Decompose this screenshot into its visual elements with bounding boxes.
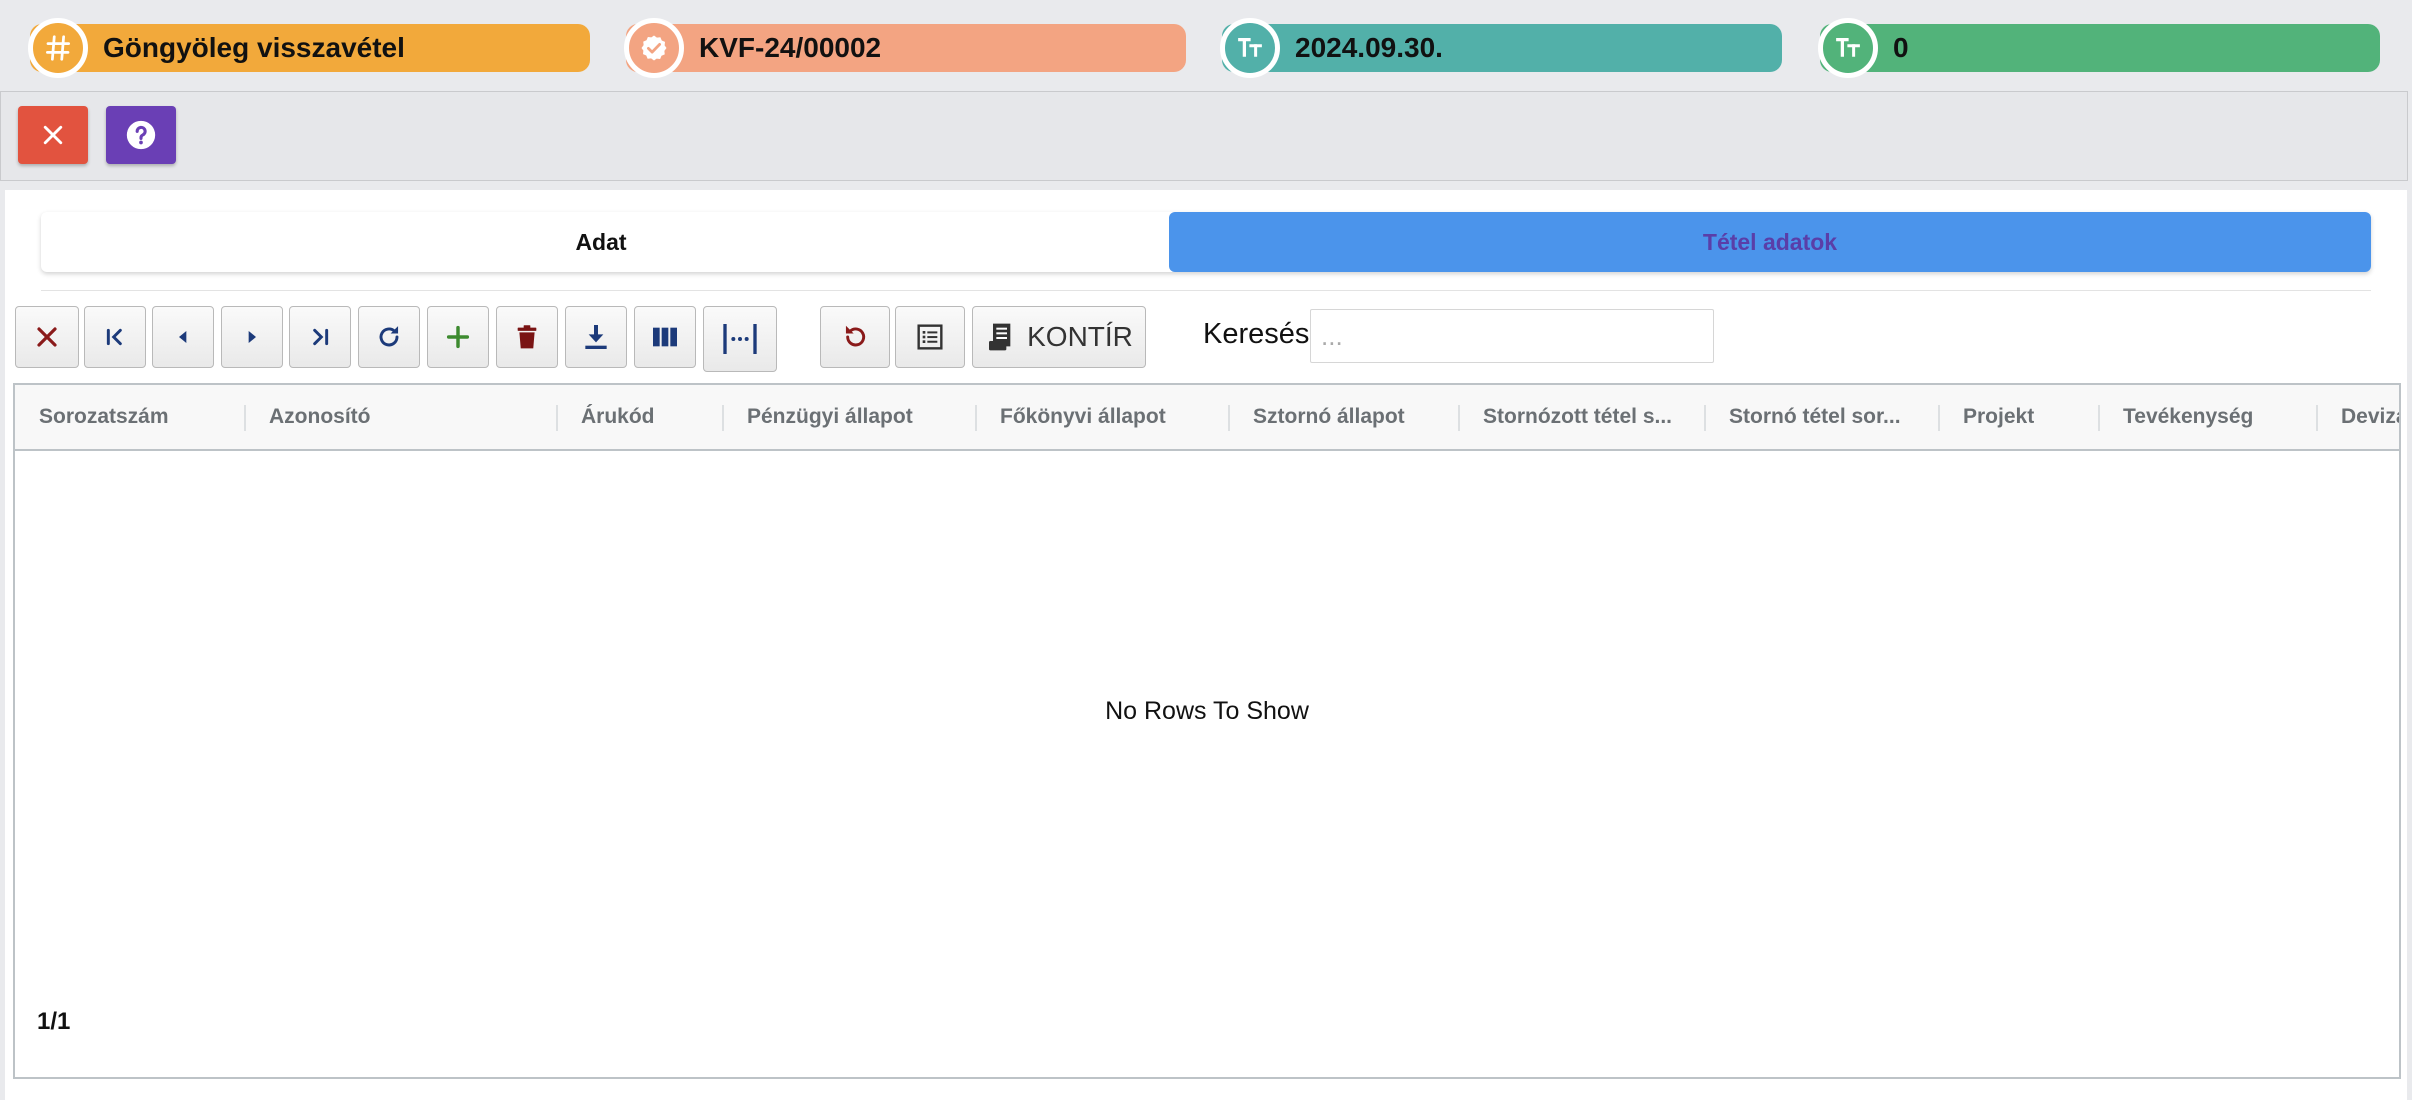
data-grid: Sorozatszám Azonosító Árukód Pénzügyi ál…: [13, 383, 2401, 1079]
text-size-icon: [1220, 18, 1280, 78]
x-icon: [37, 327, 57, 347]
column-header-stornozott-tetel[interactable]: Stornózott tétel s...: [1483, 385, 1695, 449]
column-separator[interactable]: [975, 405, 977, 431]
tab-divider: [41, 290, 2371, 291]
column-header-fokonyvi-allapot[interactable]: Főkönyvi állapot: [1000, 385, 1225, 449]
fit-columns-button[interactable]: [703, 306, 777, 372]
columns-icon: [653, 327, 677, 347]
refresh-icon: [379, 326, 399, 347]
kontir-button[interactable]: KONTÍR: [972, 306, 1146, 368]
header-pill-number: KVF-24/00002: [624, 18, 1186, 78]
next-record-button[interactable]: [221, 306, 283, 368]
column-separator[interactable]: [1228, 405, 1230, 431]
close-button[interactable]: [18, 106, 88, 164]
column-header-azonosito[interactable]: Azonosító: [269, 385, 559, 449]
first-record-button[interactable]: [84, 306, 146, 368]
cancel-button[interactable]: [15, 306, 79, 368]
document-date: 2024.09.30.: [1295, 32, 1443, 63]
document-type-label: Göngyöleg visszavétel: [103, 32, 405, 63]
skip-last-icon: [313, 328, 329, 346]
page-indicator: 1/1: [37, 1008, 71, 1035]
last-record-button[interactable]: [289, 306, 351, 368]
empty-grid-message: No Rows To Show: [1105, 697, 1309, 725]
download-button[interactable]: [565, 306, 627, 368]
undo-icon: [845, 325, 866, 347]
action-bar: [0, 91, 2408, 181]
plus-icon: [446, 325, 470, 349]
text-size-icon: [1818, 18, 1878, 78]
column-separator[interactable]: [1938, 405, 1940, 431]
columns-button[interactable]: [634, 306, 696, 368]
list-button[interactable]: [895, 306, 965, 368]
column-header-arukod[interactable]: Árukód: [581, 385, 721, 449]
main-panel: Adat Tétel adatok KONTÍR Keresés: ... So…: [5, 190, 2407, 1100]
help-icon: [126, 120, 156, 150]
download-icon: [585, 325, 607, 349]
column-header-sorozatszam[interactable]: Sorozatszám: [39, 385, 239, 449]
undo-button[interactable]: [820, 306, 890, 368]
list-icon: [917, 324, 943, 350]
header-pill-type: Göngyöleg visszavétel: [28, 18, 590, 78]
column-header-deviza[interactable]: Deviza: [2341, 385, 2399, 449]
add-button[interactable]: [427, 306, 489, 368]
column-header-sztorno-allapot[interactable]: Sztornó állapot: [1253, 385, 1453, 449]
skip-first-icon: [106, 328, 122, 346]
delete-button[interactable]: [496, 306, 558, 368]
hash-icon: [28, 18, 88, 78]
column-separator[interactable]: [2098, 405, 2100, 431]
search-input[interactable]: [1310, 309, 1714, 363]
column-separator[interactable]: [722, 405, 724, 431]
header-pill-value: 0: [1818, 18, 2380, 78]
header-pill-date: 2024.09.30.: [1220, 18, 1782, 78]
column-separator[interactable]: [1458, 405, 1460, 431]
kontir-label: KONTÍR: [1027, 321, 1133, 352]
caret-left-icon: [179, 331, 187, 343]
tab-tetel-adatok[interactable]: Tétel adatok: [1169, 212, 2371, 272]
verified-badge-icon: [624, 18, 684, 78]
refresh-button[interactable]: [358, 306, 420, 368]
caret-right-icon: [248, 331, 256, 343]
trash-icon: [517, 325, 537, 349]
tab-adat[interactable]: Adat: [41, 212, 1161, 272]
column-separator[interactable]: [2316, 405, 2318, 431]
grid-header: Sorozatszám Azonosító Árukód Pénzügyi ál…: [15, 385, 2399, 451]
column-separator[interactable]: [556, 405, 558, 431]
receipt-icon: [989, 323, 1011, 351]
column-header-projekt[interactable]: Projekt: [1963, 385, 2093, 449]
column-header-storno-tetel-sor[interactable]: Stornó tétel sor...: [1729, 385, 1929, 449]
fit-width-icon: [723, 324, 757, 354]
column-separator[interactable]: [1704, 405, 1706, 431]
previous-record-button[interactable]: [152, 306, 214, 368]
column-header-tevekenyseg[interactable]: Tevékenység: [2123, 385, 2303, 449]
search-label: Keresés:: [1203, 318, 1318, 350]
column-separator[interactable]: [244, 405, 246, 431]
close-icon: [43, 125, 63, 145]
column-header-penzugyi-allapot[interactable]: Pénzügyi állapot: [747, 385, 972, 449]
document-value: 0: [1893, 32, 1909, 63]
document-number: KVF-24/00002: [699, 32, 882, 63]
tab-bar: Adat Tétel adatok: [41, 212, 2371, 272]
help-button[interactable]: [106, 106, 176, 164]
